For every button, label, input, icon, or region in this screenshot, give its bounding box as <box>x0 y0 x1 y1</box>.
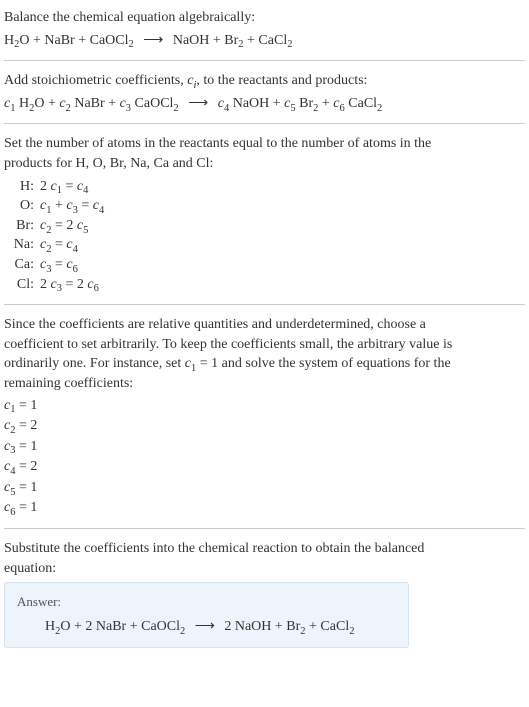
atoms-intro-line2: products for H, O, Br, Na, Ca and Cl: <box>4 154 525 174</box>
atoms-row: Cl: 2 c3 = 2 c6 <box>6 275 525 295</box>
element-equation: c1 + c3 = c4 <box>40 196 104 216</box>
element-label: Cl: <box>6 275 34 295</box>
stoich-intro: Add stoichiometric coefficients, ci, to … <box>4 71 525 91</box>
stoich-section: Add stoichiometric coefficients, ci, to … <box>4 71 525 113</box>
element-equation: c3 = c6 <box>40 255 78 275</box>
atoms-table: H: 2 c1 = c4 O: c1 + c3 = c4 Br: c2 = 2 … <box>6 177 525 295</box>
atoms-intro-line1: Set the number of atoms in the reactants… <box>4 134 525 154</box>
intro-text: Balance the chemical equation algebraica… <box>4 8 525 28</box>
coeff-line: c5 = 1 <box>4 478 525 498</box>
substitute-section: Substitute the coefficients into the che… <box>4 539 525 648</box>
answer-box: Answer: H2O + 2 NaBr + CaOCl2 ⟶ 2 NaOH +… <box>4 582 409 648</box>
coeff-equation: c1 H2O + c2 NaBr + c3 CaOCl2 ⟶ c4 NaOH +… <box>4 94 525 114</box>
atoms-row: H: 2 c1 = c4 <box>6 177 525 197</box>
answer-label: Answer: <box>17 593 396 611</box>
element-equation: c2 = c4 <box>40 235 78 255</box>
text-line: remaining coefficients: <box>4 374 525 394</box>
coeff-line: c4 = 2 <box>4 457 525 477</box>
atoms-row: O: c1 + c3 = c4 <box>6 196 525 216</box>
coeff-line: c2 = 2 <box>4 416 525 436</box>
coeff-line: c3 = 1 <box>4 437 525 457</box>
coeff-line: c6 = 1 <box>4 498 525 518</box>
text-line: Since the coefficients are relative quan… <box>4 315 525 335</box>
text-line: equation: <box>4 559 525 579</box>
element-label: Br: <box>6 216 34 236</box>
element-label: O: <box>6 196 34 216</box>
element-label: Na: <box>6 235 34 255</box>
divider <box>4 123 525 124</box>
balanced-equation: H2O + 2 NaBr + CaOCl2 ⟶ 2 NaOH + Br2 + C… <box>17 617 396 637</box>
arrow-icon: ⟶ <box>188 94 208 114</box>
lhs-text: H2O + NaBr + CaOCl2 <box>4 33 134 48</box>
divider <box>4 60 525 61</box>
text-line: ordinarily one. For instance, set c1 = 1… <box>4 354 525 374</box>
arrow-icon: ⟶ <box>195 617 215 637</box>
arrow-icon: ⟶ <box>143 31 163 51</box>
underdetermined-section: Since the coefficients are relative quan… <box>4 315 525 518</box>
atoms-row: Br: c2 = 2 c5 <box>6 216 525 236</box>
element-label: Ca: <box>6 255 34 275</box>
divider <box>4 528 525 529</box>
atoms-section: Set the number of atoms in the reactants… <box>4 134 525 294</box>
coeff-line: c1 = 1 <box>4 396 525 416</box>
rhs-text: NaOH + Br2 + CaCl2 <box>173 33 293 48</box>
intro-section: Balance the chemical equation algebraica… <box>4 8 525 50</box>
text-line: coefficient to set arbitrarily. To keep … <box>4 335 525 355</box>
element-equation: 2 c1 = c4 <box>40 177 88 197</box>
divider <box>4 304 525 305</box>
text-line: Substitute the coefficients into the che… <box>4 539 525 559</box>
unbalanced-equation: H2O + NaBr + CaOCl2 ⟶ NaOH + Br2 + CaCl2 <box>4 31 525 51</box>
atoms-row: Ca: c3 = c6 <box>6 255 525 275</box>
element-equation: c2 = 2 c5 <box>40 216 88 236</box>
atoms-row: Na: c2 = c4 <box>6 235 525 255</box>
element-label: H: <box>6 177 34 197</box>
element-equation: 2 c3 = 2 c6 <box>40 275 99 295</box>
coefficients-list: c1 = 1 c2 = 2 c3 = 1 c4 = 2 c5 = 1 c6 = … <box>4 396 525 519</box>
